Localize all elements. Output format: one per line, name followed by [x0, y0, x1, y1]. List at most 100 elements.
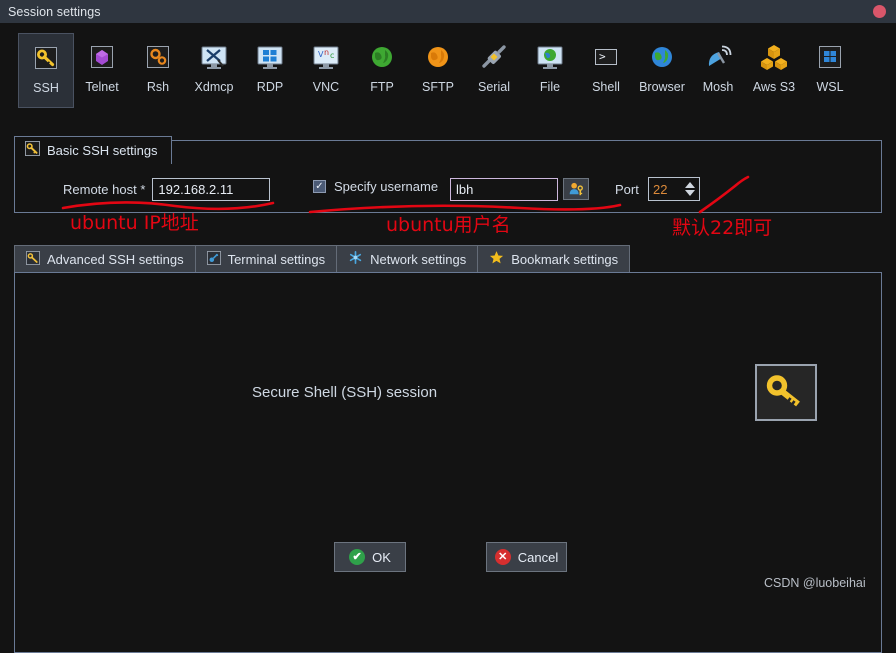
- session-type-label: File: [539, 80, 561, 94]
- red-x-icon: ✕: [494, 549, 511, 565]
- network-star-icon: [348, 250, 363, 268]
- specify-username-row: ✓ Specify username: [313, 179, 438, 194]
- session-type-label: Browser: [639, 80, 685, 94]
- blue-globe-icon: [652, 47, 672, 67]
- remote-host-label: Remote host *: [63, 182, 146, 197]
- session-type-vnc[interactable]: Vn c VNC: [298, 33, 354, 108]
- spinner-up-icon[interactable]: [685, 182, 695, 188]
- subtab-network-settings[interactable]: Network settings: [336, 245, 478, 273]
- key-icon: [766, 374, 800, 406]
- serial-plug-icon: [482, 45, 506, 68]
- session-type-file[interactable]: File: [522, 33, 578, 108]
- windows-monitor-icon: [254, 41, 286, 73]
- subtab-advanced-ssh-settings[interactable]: Advanced SSH settings: [14, 245, 195, 273]
- annotation-text-0: ubuntu IP地址: [70, 212, 199, 234]
- subtab-bookmark-settings[interactable]: Bookmark settings: [477, 245, 631, 273]
- terminal-prompt-icon: >: [590, 41, 622, 73]
- session-type-label: SFTP: [422, 80, 454, 94]
- tab-seam-mask: [15, 162, 171, 165]
- green-globe-icon: [372, 47, 392, 67]
- ssh-key-illustration: [755, 364, 817, 421]
- session-type-aws-s3[interactable]: Aws S3: [746, 33, 802, 108]
- session-type-wsl[interactable]: WSL: [802, 33, 858, 108]
- annotation-text-1: ubuntu用户名: [386, 214, 511, 236]
- windows-logo-icon: [819, 46, 841, 68]
- port-spinner-arrows[interactable]: [681, 182, 699, 196]
- session-type-ftp[interactable]: FTP: [354, 33, 410, 108]
- session-type-label: Mosh: [702, 80, 734, 94]
- session-type-rdp[interactable]: RDP: [242, 33, 298, 108]
- serial-plug-icon: [478, 41, 510, 73]
- blue-globe-icon: [646, 41, 678, 73]
- file-globe-monitor-icon: [534, 41, 566, 73]
- star-icon: [489, 250, 504, 268]
- port-spinner[interactable]: [648, 177, 700, 201]
- session-type-label: Xdmcp: [194, 80, 234, 94]
- subtab-label: Network settings: [370, 251, 467, 267]
- ok-button-label: OK: [372, 549, 391, 565]
- subtab-label: Advanced SSH settings: [47, 251, 184, 267]
- user-key-icon[interactable]: [563, 178, 589, 200]
- aws-cubes-icon: [758, 41, 790, 73]
- session-type-label: Rsh: [146, 80, 170, 94]
- purple-gem-icon: [86, 41, 118, 73]
- session-type-label: WSL: [816, 80, 844, 94]
- basic-ssh-settings-tab-label: Basic SSH settings: [47, 143, 158, 158]
- username-input[interactable]: [450, 178, 558, 201]
- session-type-toolbar: SSH Telnet Rsh Xdmcp RDP Vn c VNC FTP SFTP Serial F…: [0, 23, 896, 108]
- satellite-dish-icon: [708, 45, 732, 66]
- port-label: Port: [615, 182, 639, 197]
- cancel-button-label: Cancel: [517, 549, 559, 565]
- file-globe-monitor-icon: [537, 46, 563, 69]
- key-icon: [25, 140, 40, 161]
- session-type-xdmcp[interactable]: Xdmcp: [186, 33, 242, 108]
- window-titlebar: Session settings: [0, 0, 896, 23]
- settings-subtab-bar: Advanced SSH settings Terminal settings …: [14, 245, 631, 273]
- specify-username-checkbox[interactable]: ✓: [313, 180, 326, 193]
- basic-ssh-settings-tab[interactable]: Basic SSH settings: [14, 136, 172, 164]
- key-icon: [30, 42, 62, 74]
- specify-username-label: Specify username: [334, 179, 439, 194]
- orange-globe-icon: [428, 47, 448, 67]
- vnc-monitor-icon: Vnc: [310, 41, 342, 73]
- green-check-icon: ✔: [349, 549, 366, 565]
- vnc-monitor-icon: Vnc: [313, 46, 339, 69]
- session-type-telnet[interactable]: Telnet: [74, 33, 130, 108]
- svg-text:c: c: [330, 51, 334, 60]
- annotation-text-2: 默认22即可: [672, 217, 773, 239]
- session-type-label: Shell: [592, 80, 620, 94]
- satellite-dish-icon: [702, 41, 734, 73]
- orange-globe-icon: [422, 41, 454, 73]
- session-type-serial[interactable]: Serial: [466, 33, 522, 108]
- session-type-ssh[interactable]: SSH: [18, 33, 74, 108]
- ssh-session-panel: [14, 272, 882, 653]
- windows-logo-icon: [814, 41, 846, 73]
- subtab-terminal-settings[interactable]: Terminal settings: [194, 245, 337, 273]
- session-type-mosh[interactable]: Mosh: [690, 33, 746, 108]
- x-monitor-icon: [198, 41, 230, 73]
- session-type-shell[interactable]: > Shell: [578, 33, 634, 108]
- port-input[interactable]: [649, 180, 681, 198]
- close-dot-icon[interactable]: [873, 5, 886, 18]
- session-type-label: Telnet: [85, 80, 119, 94]
- green-globe-icon: [366, 41, 398, 73]
- orange-gears-icon: [142, 41, 174, 73]
- session-type-label: VNC: [312, 80, 340, 94]
- session-type-label: Aws S3: [752, 80, 796, 94]
- purple-gem-icon: [91, 46, 113, 68]
- key-icon: [35, 47, 57, 69]
- ssh-session-caption: Secure Shell (SSH) session: [252, 384, 438, 401]
- session-type-label: FTP: [370, 80, 394, 94]
- remote-host-input[interactable]: [152, 178, 271, 201]
- remote-host-row: Remote host *: [63, 178, 271, 201]
- ok-button[interactable]: ✔ OK: [334, 542, 406, 572]
- session-type-rsh[interactable]: Rsh: [130, 33, 186, 108]
- session-type-browser[interactable]: Browser: [634, 33, 690, 108]
- subtab-label: Bookmark settings: [511, 251, 619, 267]
- key-icon: [26, 250, 40, 268]
- window-title: Session settings: [8, 4, 101, 19]
- cancel-button[interactable]: ✕ Cancel: [486, 542, 567, 572]
- spinner-down-icon[interactable]: [685, 190, 695, 196]
- session-type-sftp[interactable]: SFTP: [410, 33, 466, 108]
- subtab-label: Terminal settings: [227, 251, 326, 267]
